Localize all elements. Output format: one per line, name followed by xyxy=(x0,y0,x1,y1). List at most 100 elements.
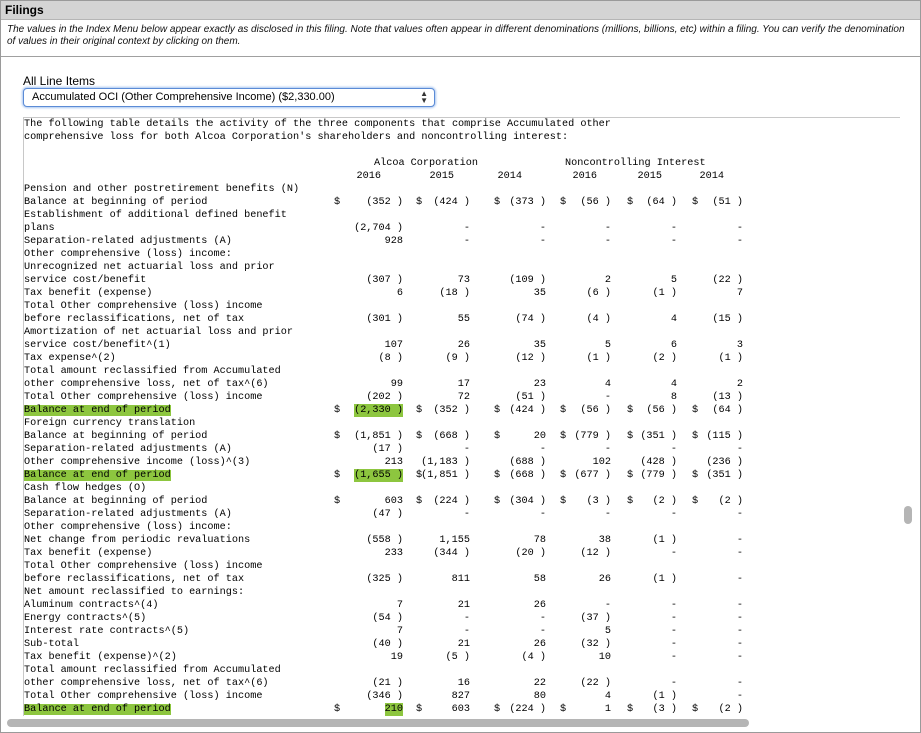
horizontal-scroll-thumb[interactable] xyxy=(7,719,749,727)
table-cell[interactable]: (32 ) xyxy=(549,638,611,651)
table-cell[interactable]: 2 xyxy=(549,274,611,287)
table-cell[interactable]: - xyxy=(615,508,677,521)
table-cell[interactable]: - xyxy=(549,443,611,456)
table-cell[interactable]: 7 xyxy=(341,625,403,638)
table-cell[interactable]: (3 ) xyxy=(549,495,611,508)
table-cell[interactable]: 928 xyxy=(341,235,403,248)
table-cell[interactable]: 5 xyxy=(615,274,677,287)
table-cell[interactable]: - xyxy=(681,573,743,586)
table-cell[interactable]: (20 ) xyxy=(484,547,546,560)
table-cell[interactable]: - xyxy=(681,222,743,235)
table-cell[interactable]: (12 ) xyxy=(549,547,611,560)
table-cell[interactable]: 55 xyxy=(408,313,470,326)
table-cell[interactable]: (51 ) xyxy=(681,196,743,209)
table-cell[interactable]: - xyxy=(408,443,470,456)
table-cell[interactable]: (2 ) xyxy=(681,703,743,716)
table-cell[interactable]: 213 xyxy=(341,456,403,469)
table-cell[interactable]: (351 ) xyxy=(615,430,677,443)
table-cell[interactable]: (688 ) xyxy=(484,456,546,469)
table-cell[interactable]: (1 ) xyxy=(615,287,677,300)
table-cell[interactable]: 22 xyxy=(484,677,546,690)
table-cell[interactable]: (779 ) xyxy=(615,469,677,482)
table-cell[interactable]: - xyxy=(615,599,677,612)
table-cell[interactable]: 26 xyxy=(408,339,470,352)
table-cell[interactable]: (668 ) xyxy=(408,430,470,443)
table-cell[interactable]: 7 xyxy=(341,599,403,612)
table-cell[interactable]: 2 xyxy=(681,378,743,391)
table-cell[interactable]: (1,851 ) xyxy=(341,430,403,443)
table-cell[interactable]: - xyxy=(615,651,677,664)
table-cell[interactable]: 6 xyxy=(341,287,403,300)
table-cell[interactable]: (1 ) xyxy=(615,573,677,586)
table-cell[interactable]: 827 xyxy=(408,690,470,703)
table-cell[interactable]: 80 xyxy=(484,690,546,703)
table-cell[interactable]: (13 ) xyxy=(681,391,743,404)
table-cell[interactable]: - xyxy=(681,651,743,664)
table-cell[interactable]: - xyxy=(408,508,470,521)
table-cell[interactable]: - xyxy=(484,508,546,521)
table-cell[interactable]: 26 xyxy=(484,638,546,651)
table-cell[interactable]: - xyxy=(681,443,743,456)
table-cell[interactable]: 233 xyxy=(341,547,403,560)
table-cell[interactable]: 73 xyxy=(408,274,470,287)
table-cell[interactable]: (668 ) xyxy=(484,469,546,482)
table-cell[interactable]: - xyxy=(615,235,677,248)
table-cell[interactable]: (2 ) xyxy=(615,352,677,365)
table-cell[interactable]: (1 ) xyxy=(615,690,677,703)
table-cell[interactable]: (12 ) xyxy=(484,352,546,365)
table-cell[interactable]: 5 xyxy=(549,625,611,638)
table-cell[interactable]: (22 ) xyxy=(549,677,611,690)
table-cell[interactable]: 107 xyxy=(341,339,403,352)
table-cell[interactable]: 17 xyxy=(408,378,470,391)
table-cell[interactable]: (18 ) xyxy=(408,287,470,300)
table-cell[interactable]: 58 xyxy=(484,573,546,586)
table-cell[interactable]: - xyxy=(681,612,743,625)
table-cell[interactable]: 4 xyxy=(549,690,611,703)
table-cell[interactable]: (51 ) xyxy=(484,391,546,404)
table-cell[interactable]: 99 xyxy=(341,378,403,391)
table-cell[interactable]: (64 ) xyxy=(615,196,677,209)
table-cell[interactable]: - xyxy=(681,638,743,651)
table-cell[interactable]: 1 xyxy=(549,703,611,716)
table-cell[interactable]: (8 ) xyxy=(341,352,403,365)
table-cell[interactable]: 35 xyxy=(484,287,546,300)
table-cell[interactable]: (5 ) xyxy=(408,651,470,664)
table-cell[interactable]: 10 xyxy=(549,651,611,664)
table-cell[interactable]: 4 xyxy=(615,313,677,326)
table-cell[interactable]: (9 ) xyxy=(408,352,470,365)
table-cell[interactable]: 35 xyxy=(484,339,546,352)
table-cell[interactable]: (115 ) xyxy=(681,430,743,443)
table-cell[interactable]: (56 ) xyxy=(549,404,611,417)
table-cell[interactable]: (2,704 ) xyxy=(341,222,403,235)
table-cell[interactable]: 21 xyxy=(408,638,470,651)
table-cell[interactable]: (424 ) xyxy=(484,404,546,417)
table-cell[interactable]: - xyxy=(484,222,546,235)
table-cell[interactable]: - xyxy=(615,677,677,690)
table-cell[interactable]: (2 ) xyxy=(681,495,743,508)
table-cell[interactable]: - xyxy=(408,235,470,248)
table-cell[interactable]: (779 ) xyxy=(549,430,611,443)
table-cell[interactable]: (202 ) xyxy=(341,391,403,404)
table-cell[interactable]: 603 xyxy=(341,495,403,508)
table-cell[interactable]: (307 ) xyxy=(341,274,403,287)
table-cell[interactable]: (352 ) xyxy=(408,404,470,417)
table-cell[interactable]: (37 ) xyxy=(549,612,611,625)
table-cell[interactable]: 72 xyxy=(408,391,470,404)
table-cell[interactable]: (236 ) xyxy=(681,456,743,469)
table-cell[interactable]: - xyxy=(484,235,546,248)
table-cell[interactable]: (54 ) xyxy=(341,612,403,625)
table-cell[interactable]: (224 ) xyxy=(408,495,470,508)
table-cell[interactable]: 1,155 xyxy=(408,534,470,547)
table-cell[interactable]: (17 ) xyxy=(341,443,403,456)
table-cell[interactable]: 26 xyxy=(484,599,546,612)
table-cell[interactable]: - xyxy=(615,638,677,651)
table-cell[interactable]: (2 ) xyxy=(615,495,677,508)
table-cell[interactable]: 4 xyxy=(549,378,611,391)
table-cell[interactable]: 20 xyxy=(484,430,546,443)
table-cell[interactable]: (3 ) xyxy=(615,703,677,716)
table-cell[interactable]: (56 ) xyxy=(615,404,677,417)
table-cell[interactable]: - xyxy=(681,508,743,521)
table-cell[interactable]: (351 ) xyxy=(681,469,743,482)
table-cell[interactable]: (64 ) xyxy=(681,404,743,417)
table-cell[interactable]: (325 ) xyxy=(341,573,403,586)
